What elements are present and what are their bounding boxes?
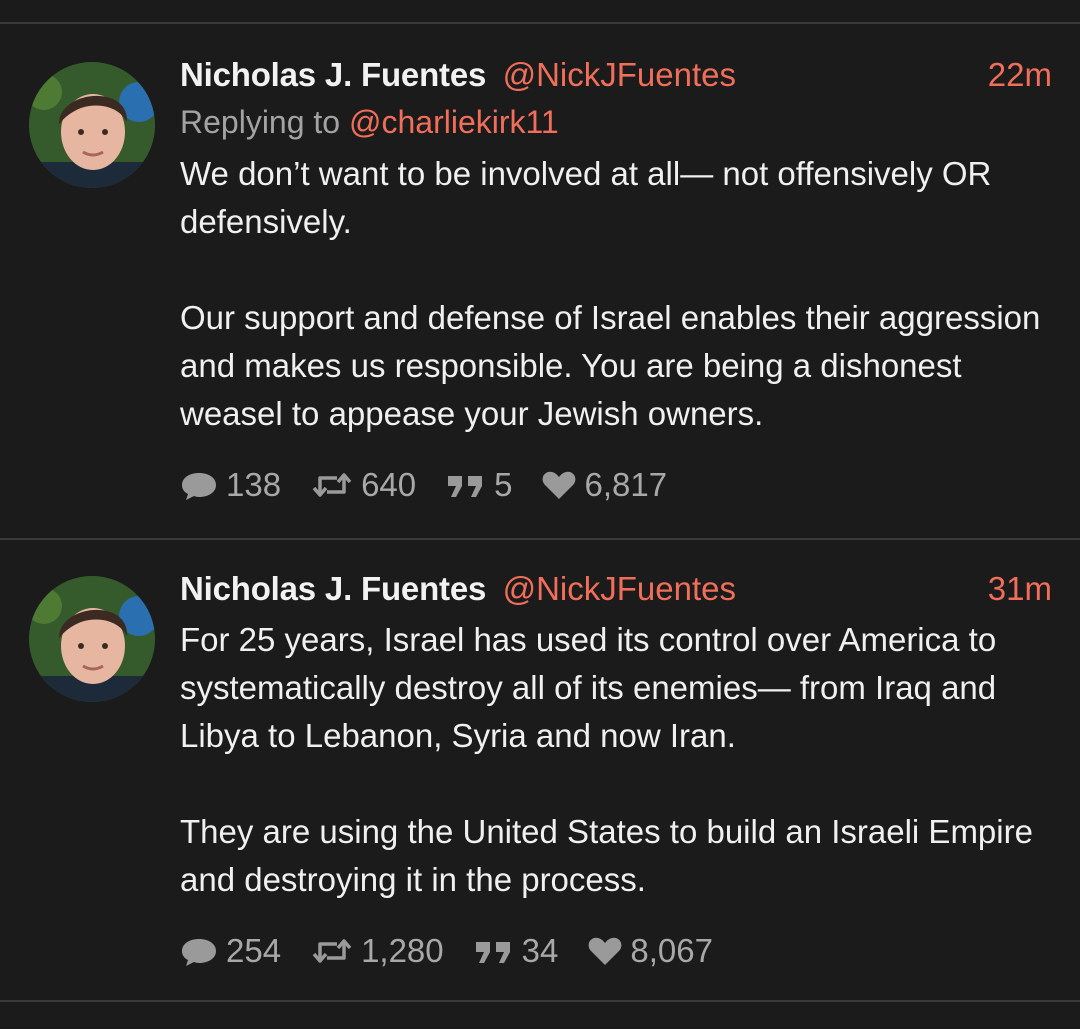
like-count: 8,067 xyxy=(630,932,713,969)
avatar[interactable] xyxy=(29,62,155,188)
quote-button[interactable]: 5 xyxy=(446,466,512,504)
heart-icon xyxy=(542,470,576,500)
post-paragraph: For 25 years, Israel has used its contro… xyxy=(180,621,997,754)
author-handle[interactable]: @NickJFuentes xyxy=(503,56,736,93)
quote-button[interactable]: 34 xyxy=(474,932,559,970)
reply-button[interactable]: 254 xyxy=(180,932,281,970)
replying-to: Replying to @charliekirk11 xyxy=(180,104,1052,148)
heart-icon xyxy=(588,936,622,966)
post-actions: 138 640 5 6,817 xyxy=(180,466,1052,504)
post-header: Nicholas J. Fuentes @NickJFuentes 31m xyxy=(180,570,1052,614)
timeline: Nicholas J. Fuentes @NickJFuentes 22m Re… xyxy=(0,0,1080,1029)
divider xyxy=(0,1000,1080,1002)
author-name[interactable]: Nicholas J. Fuentes xyxy=(180,56,486,93)
quote-count: 5 xyxy=(494,466,513,503)
like-count: 6,817 xyxy=(584,466,668,503)
author-name[interactable]: Nicholas J. Fuentes xyxy=(180,570,486,607)
avatar[interactable] xyxy=(29,576,155,702)
post[interactable]: Nicholas J. Fuentes @NickJFuentes 22m Re… xyxy=(0,24,1080,538)
post-paragraph: They are using the United States to buil… xyxy=(180,813,1033,898)
quote-marks-icon xyxy=(474,936,514,966)
repost-button[interactable]: 640 xyxy=(311,466,416,504)
post-paragraph: We don’t want to be involved at all— not… xyxy=(180,155,992,240)
reply-count: 138 xyxy=(226,466,282,503)
like-button[interactable]: 8,067 xyxy=(588,932,713,970)
post-body: For 25 years, Israel has used its contro… xyxy=(180,616,1052,904)
author-handle[interactable]: @NickJFuentes xyxy=(503,570,736,607)
repost-count: 640 xyxy=(361,466,417,503)
post-header: Nicholas J. Fuentes @NickJFuentes 22m xyxy=(180,56,1052,100)
post-paragraph: Our support and defense of Israel enable… xyxy=(180,299,1041,432)
post-content: Nicholas J. Fuentes @NickJFuentes 31m Fo… xyxy=(180,570,1052,970)
post-actions: 254 1,280 34 8,067 xyxy=(180,932,1052,970)
like-button[interactable]: 6,817 xyxy=(542,466,667,504)
repost-button[interactable]: 1,280 xyxy=(311,932,444,970)
post-content: Nicholas J. Fuentes @NickJFuentes 22m Re… xyxy=(180,56,1052,504)
quote-marks-icon xyxy=(446,470,486,500)
post-time[interactable]: 22m xyxy=(988,56,1052,94)
speech-bubble-icon xyxy=(180,468,218,502)
post-time[interactable]: 31m xyxy=(988,570,1052,608)
repost-count: 1,280 xyxy=(361,932,444,969)
reply-button[interactable]: 138 xyxy=(180,466,281,504)
replying-to-label: Replying to xyxy=(180,104,341,140)
repost-arrows-icon xyxy=(311,470,353,500)
quote-count: 34 xyxy=(521,932,559,969)
repost-arrows-icon xyxy=(311,936,353,966)
speech-bubble-icon xyxy=(180,934,218,968)
post[interactable]: Nicholas J. Fuentes @NickJFuentes 31m Fo… xyxy=(0,540,1080,1000)
post-body: We don’t want to be involved at all— not… xyxy=(180,150,1052,438)
reply-mention-link[interactable]: @charliekirk11 xyxy=(349,104,559,140)
reply-count: 254 xyxy=(226,932,282,969)
